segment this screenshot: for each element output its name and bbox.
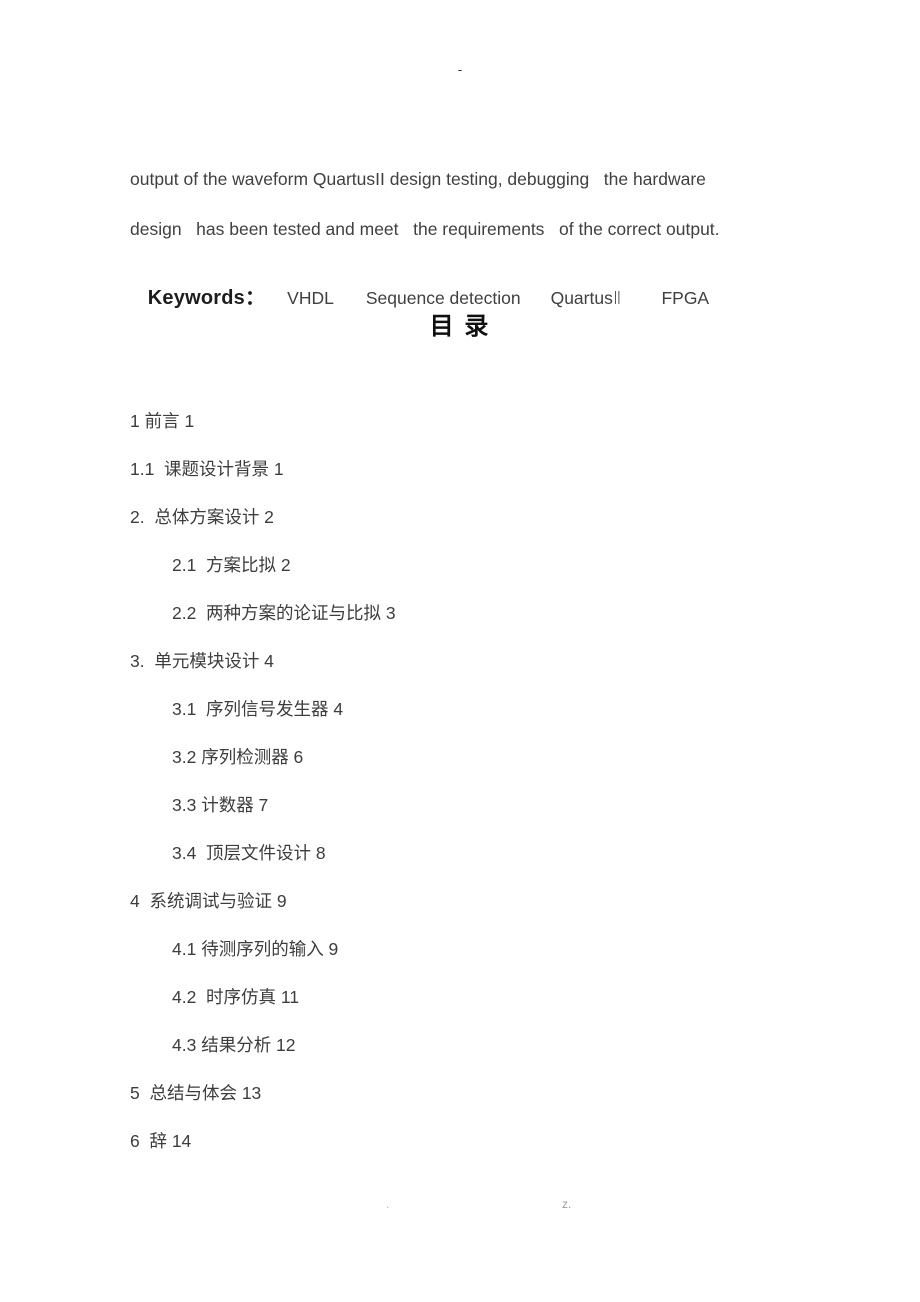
toc-entry[interactable]: 5 总结与体会 13	[130, 1080, 830, 1128]
toc-entry[interactable]: 3. 单元模块设计 4	[130, 648, 830, 696]
abstract-paragraph-2: design has been tested and meet the requ…	[130, 219, 720, 239]
table-of-contents-list: 1 前言 1 1.1 课题设计背景 1 2. 总体方案设计 2 2.1 方案比拟 22…	[130, 408, 830, 1176]
keyword-item-sequence-detection: Sequence detection	[365, 288, 521, 308]
toc-entry[interactable]: 4 系统调试与验证 9	[130, 888, 830, 936]
toc-entry[interactable]: 4.2 时序仿真 11	[130, 984, 830, 1032]
toc-entry[interactable]: 3.4 顶层文件设计 8	[130, 840, 830, 888]
toc-entry[interactable]: 2.2 两种方案的论证与比拟 3	[130, 600, 830, 648]
keyword-item-vhdl: VHDL	[287, 288, 334, 308]
toc-entry[interactable]: 1 前言 1	[130, 408, 830, 456]
footer-left-mark: .	[386, 1197, 390, 1211]
toc-entry[interactable]: 6 辞 14	[130, 1128, 830, 1176]
toc-entry[interactable]: 3.1 序列信号发生器 4	[130, 696, 830, 744]
keywords-line: Keywords： VHDL Sequence detection QuartusⅡ F…	[130, 263, 850, 309]
footer-right-mark: z.	[562, 1197, 572, 1211]
abstract-paragraph-1: output of the waveform QuartusII design …	[130, 169, 706, 189]
toc-entry[interactable]: 1.1 课题设计背景 1	[130, 456, 830, 504]
page-header-mark: -	[457, 62, 463, 77]
page-footer: . z.	[0, 1196, 920, 1216]
abstract-body: output of the waveform QuartusII design …	[130, 166, 790, 266]
toc-entry[interactable]: 4.1 待测序列的输入 9	[130, 936, 830, 984]
toc-entry[interactable]: 2. 总体方案设计 2	[130, 504, 830, 552]
toc-entry[interactable]: 3.3 计数器 7	[130, 792, 830, 840]
keyword-item-fpga: FPGA	[661, 288, 710, 308]
toc-entry[interactable]: 2.1 方案比拟 2	[130, 552, 830, 600]
table-of-contents-title: 目 录	[429, 313, 491, 340]
document-page: - output of the waveform QuartusII desig…	[0, 0, 920, 1302]
toc-entry[interactable]: 3.2 序列检测器 6	[130, 744, 830, 792]
toc-entry[interactable]: 4.3 结果分析 12	[130, 1032, 830, 1080]
keyword-item-quartus: QuartusⅡ	[550, 288, 622, 308]
keywords-label: Keywords：	[147, 287, 266, 309]
